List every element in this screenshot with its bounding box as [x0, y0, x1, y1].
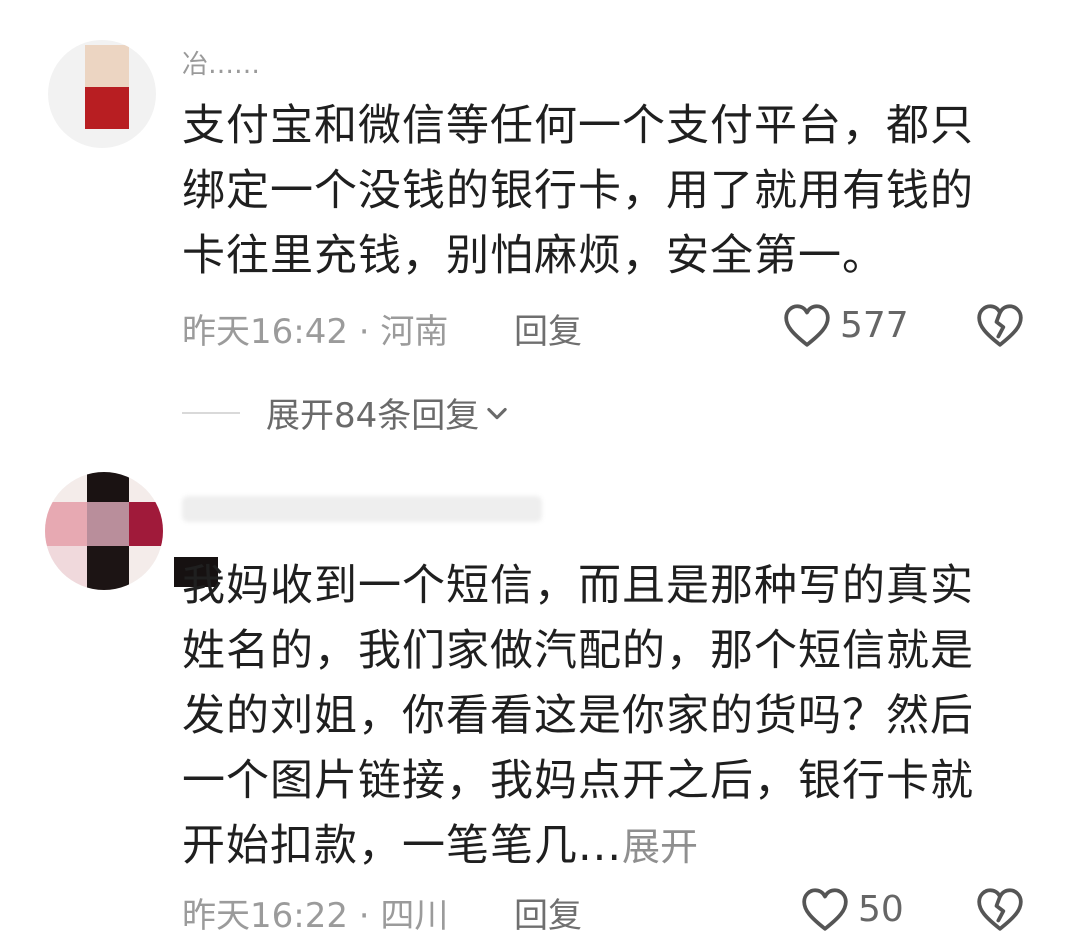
avatar-mosaic-block — [129, 502, 163, 546]
like-count: 50 — [858, 888, 904, 930]
username[interactable]: 冶…… — [182, 44, 260, 81]
user-avatar[interactable] — [48, 40, 156, 148]
expand-replies-label: 展开84条回复 — [266, 396, 480, 436]
chevron-down-icon — [487, 407, 507, 419]
broken-heart-icon — [977, 304, 1023, 347]
heart-outline-icon — [784, 304, 830, 347]
reply-button[interactable]: 回复 — [514, 888, 582, 937]
like-count: 577 — [840, 304, 909, 346]
user-avatar[interactable] — [45, 472, 163, 590]
avatar-mosaic-block — [87, 546, 129, 590]
comment-text: 我妈收到一个短信，而且是那种写的真实姓名的，我们家做汽配的，那个短信就是发的刘姐… — [182, 554, 1012, 880]
avatar-mosaic-block — [45, 546, 87, 590]
heart-outline-icon — [802, 888, 848, 931]
comment-text: 支付宝和微信等任何一个支付平台，都只绑定一个没钱的银行卡，用了就用有钱的卡往里充… — [182, 101, 974, 281]
dislike-button[interactable] — [975, 886, 1025, 936]
avatar-mosaic-block — [85, 87, 129, 129]
comment-text-body: 我妈收到一个短信，而且是那种写的真实姓名的，我们家做汽配的，那个短信就是发的刘姐… — [182, 561, 974, 871]
comment-time-location: 昨天16:42 · 河南 — [182, 312, 449, 352]
reply-button[interactable]: 回复 — [514, 304, 582, 353]
avatar-mosaic-block — [85, 45, 129, 87]
comment-time-location: 昨天16:22 · 四川 — [182, 896, 449, 936]
avatar-mosaic-block — [45, 502, 87, 546]
avatar-mosaic-block — [87, 502, 129, 546]
like-button[interactable]: 577 — [782, 302, 909, 348]
expand-text-button[interactable]: 展开 — [622, 825, 698, 869]
broken-heart-icon — [977, 888, 1023, 931]
avatar-mosaic-block — [87, 472, 129, 502]
expand-replies-button[interactable]: 展开84条回复 — [182, 388, 511, 437]
divider-line — [182, 411, 240, 414]
like-button[interactable]: 50 — [800, 886, 904, 932]
username-redacted[interactable] — [182, 496, 542, 522]
dislike-button[interactable] — [975, 302, 1025, 352]
